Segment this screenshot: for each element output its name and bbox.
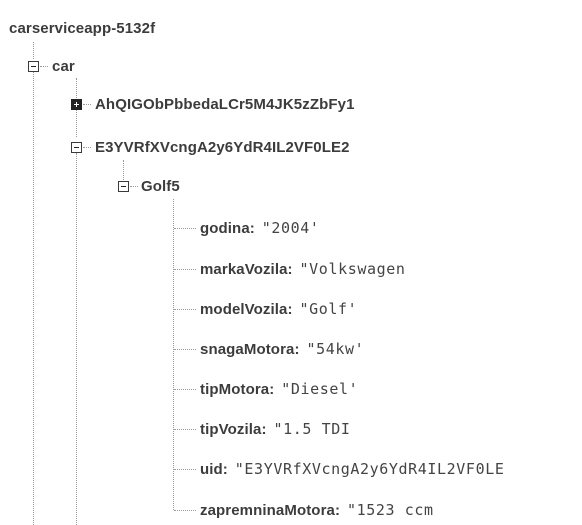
tree-node-golf5[interactable]: Golf5	[141, 175, 180, 197]
tree-connector	[174, 228, 196, 229]
field-value[interactable]: "2004'	[262, 219, 320, 237]
tree-root[interactable]: carserviceapp-5132f	[9, 17, 155, 39]
tree-connector	[83, 147, 91, 148]
field-key: snagaMotora	[200, 340, 295, 358]
tree-connector	[76, 110, 77, 137]
collapse-golf5-toggle-icon[interactable]	[118, 181, 129, 192]
field-value[interactable]: "54kw'	[306, 340, 364, 358]
field-row-tipvozila[interactable]: tipVozila: "1.5 TDI	[200, 418, 351, 440]
tree-connector	[174, 269, 196, 270]
field-key: markaVozila	[200, 260, 288, 278]
user-1-id: AhQIGObPbbedaLCr5M4JK5zZbFy1	[95, 95, 355, 113]
root-label: carserviceapp-5132f	[9, 19, 156, 37]
tree-node-user-2[interactable]: E3YVRfXVcngA2y6YdR4IL2VF0LE2	[95, 136, 350, 158]
field-row-godina[interactable]: godina: "2004'	[200, 217, 320, 239]
tree-connector	[33, 42, 34, 59]
expand-user-toggle-icon[interactable]	[71, 99, 82, 110]
tree-connector	[83, 104, 91, 105]
tree-node-car[interactable]: car	[52, 55, 75, 77]
field-value[interactable]: "1523 ccm	[347, 501, 434, 519]
tree-connector	[123, 160, 124, 180]
field-row-modelvozila[interactable]: modelVozila: "Golf'	[200, 298, 357, 320]
field-value[interactable]: "Golf'	[300, 300, 358, 318]
car-label: car	[52, 57, 75, 75]
database-tree: carserviceapp-5132f car AhQIGObPbbedaLCr…	[0, 0, 582, 525]
field-row-markavozila[interactable]: markaVozila: "Volkswagen	[200, 258, 406, 280]
field-row-zapremninamotora[interactable]: zapremninaMotora: "1523 ccm	[200, 499, 434, 521]
field-key: tipVozila	[200, 420, 262, 438]
tree-connector	[174, 469, 196, 470]
collapse-car-toggle-icon[interactable]	[28, 61, 39, 72]
tree-connector	[173, 199, 174, 510]
tree-connector	[130, 186, 138, 187]
field-key: tipMotora	[200, 380, 270, 398]
tree-connector	[174, 349, 196, 350]
field-row-tipmotora[interactable]: tipMotora: "Diesel'	[200, 378, 358, 400]
field-value[interactable]: "E3YVRfXVcngA2y6YdR4IL2VF0LE	[235, 460, 505, 478]
field-value[interactable]: "Diesel'	[281, 380, 358, 398]
tree-connector	[76, 153, 77, 525]
tree-connector	[76, 78, 77, 98]
tree-connector	[33, 72, 34, 525]
tree-node-user-1[interactable]: AhQIGObPbbedaLCr5M4JK5zZbFy1	[95, 93, 355, 115]
collapse-user-toggle-icon[interactable]	[71, 142, 82, 153]
tree-connector	[174, 389, 196, 390]
field-key: uid	[200, 460, 223, 478]
user-2-id: E3YVRfXVcngA2y6YdR4IL2VF0LE2	[95, 138, 350, 156]
tree-connector	[174, 510, 196, 511]
field-row-snagamotora[interactable]: snagaMotora: "54kw'	[200, 338, 364, 360]
field-value[interactable]: "1.5 TDI	[273, 420, 350, 438]
field-key: zapremninaMotora	[200, 501, 335, 519]
golf5-label: Golf5	[141, 177, 180, 195]
tree-connector	[174, 309, 196, 310]
field-row-uid[interactable]: uid: "E3YVRfXVcngA2y6YdR4IL2VF0LE	[200, 458, 582, 480]
field-key: modelVozila	[200, 300, 288, 318]
field-value[interactable]: "Volkswagen	[300, 260, 406, 278]
field-key: godina	[200, 219, 250, 237]
tree-connector	[40, 66, 48, 67]
tree-connector	[174, 429, 196, 430]
